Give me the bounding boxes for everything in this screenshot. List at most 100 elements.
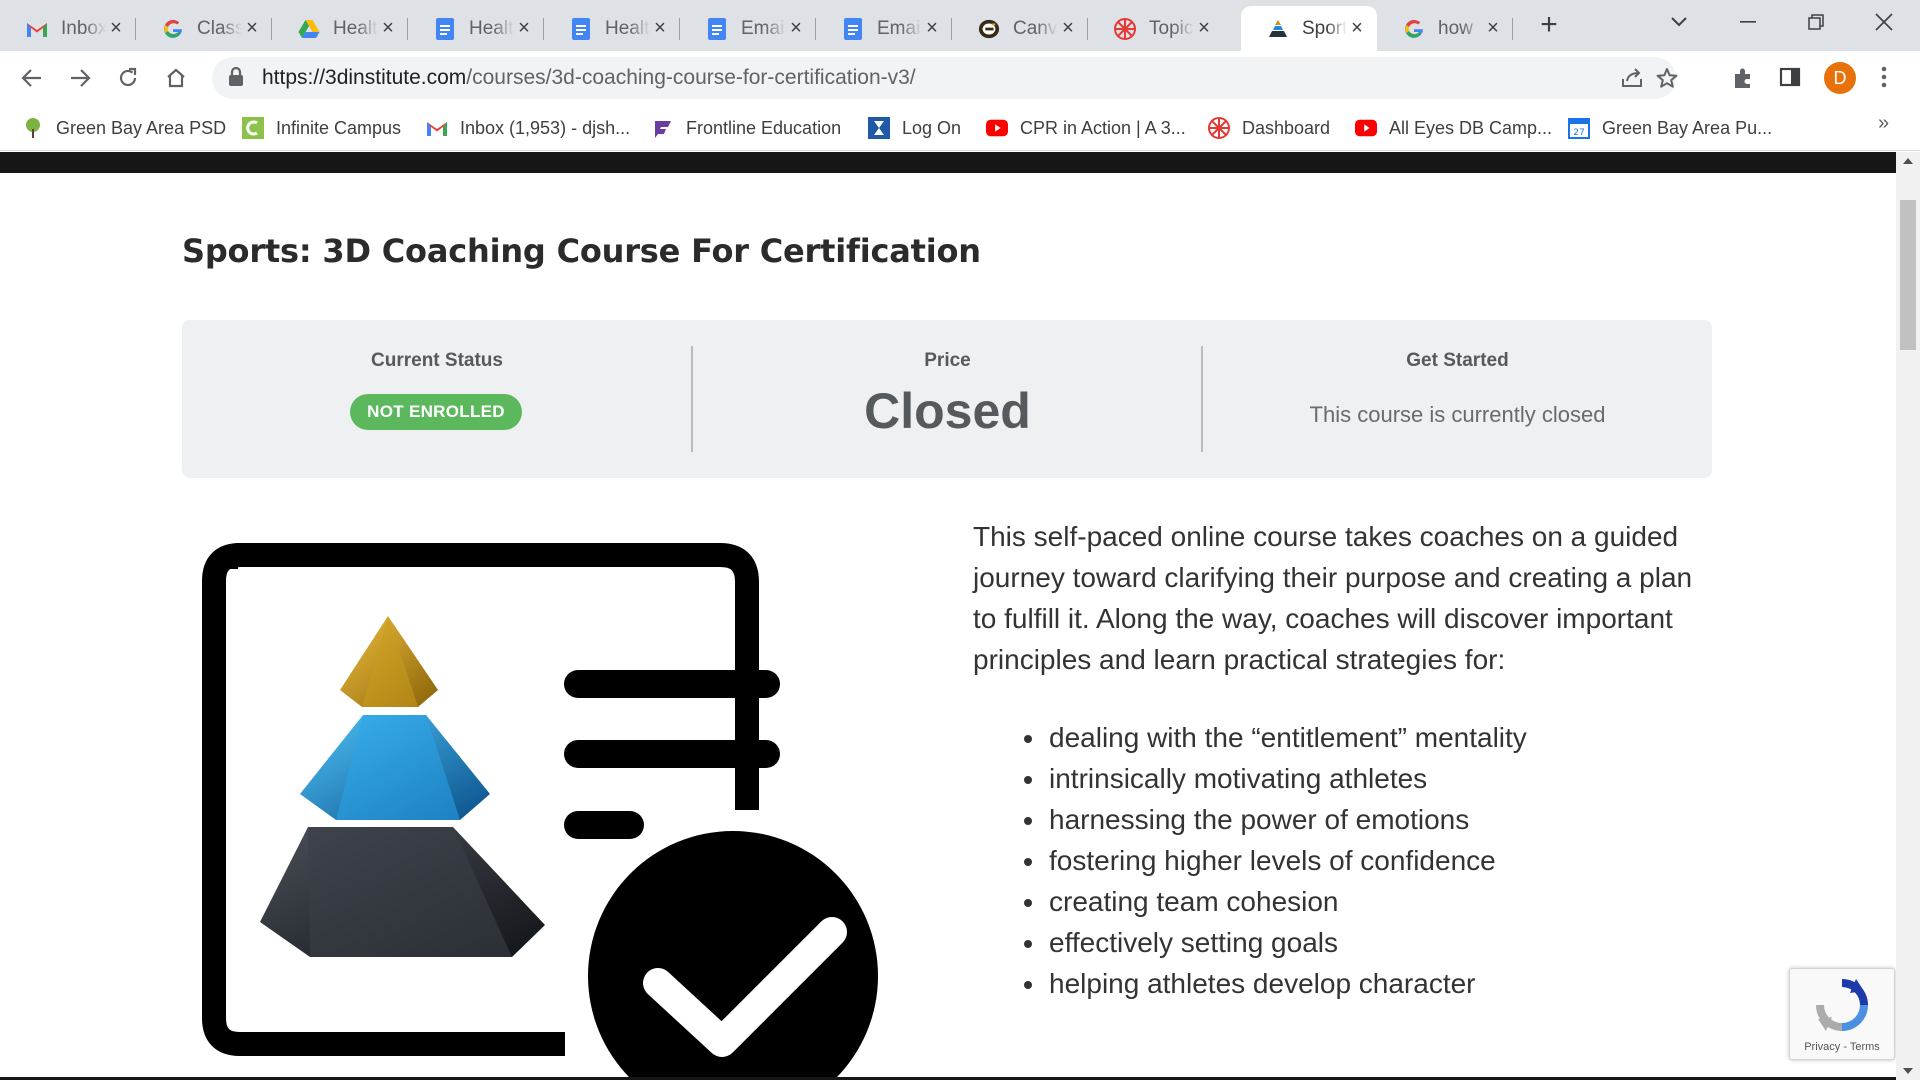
tab-title: Healt bbox=[469, 17, 514, 39]
tab-canvas[interactable]: Canv × bbox=[952, 6, 1088, 51]
tab-topic[interactable]: Topic × bbox=[1088, 6, 1224, 51]
frontline-icon bbox=[652, 117, 674, 139]
page-scrollbar[interactable] bbox=[1896, 152, 1920, 1080]
bookmark-log-on[interactable]: Log On bbox=[868, 114, 961, 142]
bookmark-label: Inbox (1,953) - djsh... bbox=[460, 117, 631, 138]
bookmark-inbox[interactable]: Inbox (1,953) - djsh... bbox=[426, 114, 630, 142]
close-icon[interactable]: × bbox=[1058, 17, 1078, 39]
tab-title: Inbox bbox=[61, 17, 106, 39]
recaptcha-links[interactable]: Privacy - Terms bbox=[1790, 1041, 1894, 1053]
address-bar[interactable]: https://3dinstitute.com/courses/3d-coach… bbox=[212, 57, 1678, 99]
chevron-down-icon bbox=[1671, 17, 1687, 27]
arrow-left-icon bbox=[21, 69, 41, 87]
close-icon[interactable]: × bbox=[106, 17, 126, 39]
tab-docs-4[interactable]: Emai × bbox=[816, 6, 952, 51]
infinite-campus-icon bbox=[242, 117, 264, 139]
tab-sport-active[interactable]: Sport × bbox=[1241, 6, 1377, 51]
bookmark-label: Log On bbox=[902, 117, 962, 138]
forward-button[interactable] bbox=[62, 60, 98, 96]
home-button[interactable] bbox=[158, 60, 194, 96]
bookmark-label: Green Bay Area Pu... bbox=[1602, 117, 1773, 138]
bookmark-frontline[interactable]: Frontline Education bbox=[652, 114, 841, 142]
bookmark-green-bay-psd[interactable]: Green Bay Area PSD bbox=[22, 114, 226, 142]
bookmark-label: Dashboard bbox=[1242, 117, 1331, 138]
bookmark-green-bay-pu[interactable]: 27 Green Bay Area Pu... bbox=[1568, 114, 1772, 142]
close-icon[interactable]: × bbox=[378, 17, 398, 39]
close-icon bbox=[1875, 13, 1893, 31]
bookmarks-bar: Green Bay Area PSD Infinite Campus Inbox… bbox=[0, 106, 1920, 151]
hourglass-icon bbox=[868, 117, 890, 139]
bookmark-star-icon[interactable] bbox=[1656, 67, 1678, 94]
close-icon[interactable]: × bbox=[786, 17, 806, 39]
strategies-list: dealing with the “entitlement” mentality… bbox=[1022, 717, 1527, 1004]
bookmarks-overflow-button[interactable]: » bbox=[1878, 112, 1889, 135]
bookmark-dashboard[interactable]: Dashboard bbox=[1208, 114, 1330, 142]
tab-docs-1[interactable]: Healt × bbox=[408, 6, 544, 51]
price-value: Closed bbox=[864, 383, 1031, 439]
minimize-button[interactable] bbox=[1714, 0, 1782, 44]
youtube-icon bbox=[1355, 117, 1377, 139]
tab-how[interactable]: how × bbox=[1377, 6, 1513, 51]
youtube-icon bbox=[986, 117, 1008, 139]
tab-separator bbox=[1512, 18, 1513, 40]
url-text[interactable]: https://3dinstitute.com/courses/3d-coach… bbox=[262, 66, 916, 90]
bookmark-label: Green Bay Area PSD bbox=[56, 117, 227, 138]
list-item: intrinsically motivating athletes bbox=[1022, 758, 1527, 799]
bookmark-label: Frontline Education bbox=[686, 117, 842, 138]
tab-class[interactable]: Class × bbox=[136, 6, 272, 51]
current-status-label: Current Status bbox=[371, 350, 503, 371]
close-icon[interactable]: × bbox=[1483, 17, 1503, 39]
description-text: This self-paced online course takes coac… bbox=[973, 521, 1693, 675]
course-status-box: Current Status NOT ENROLLED Price Closed… bbox=[182, 320, 1712, 478]
close-icon[interactable]: × bbox=[922, 17, 942, 39]
tab-docs-3[interactable]: Emai × bbox=[680, 6, 816, 51]
tab-title: Emai bbox=[877, 17, 921, 39]
site-header-bar bbox=[0, 152, 1896, 173]
course-description: This self-paced online course takes coac… bbox=[973, 516, 1713, 680]
bookmark-label: CPR in Action | A 3... bbox=[1020, 117, 1186, 138]
close-window-button[interactable] bbox=[1850, 0, 1918, 44]
scrollbar-thumb[interactable] bbox=[1900, 200, 1916, 350]
close-icon[interactable]: × bbox=[242, 17, 262, 39]
google-drive-icon bbox=[298, 18, 320, 40]
tab-title: Healt bbox=[605, 17, 650, 39]
bookmark-cpr-in-action[interactable]: CPR in Action | A 3... bbox=[986, 114, 1186, 142]
recaptcha-badge[interactable]: Privacy - Terms bbox=[1789, 968, 1895, 1060]
restore-button[interactable] bbox=[1782, 0, 1850, 44]
reload-button[interactable] bbox=[110, 60, 146, 96]
topic-wheel-icon bbox=[1114, 17, 1136, 40]
list-item: fostering higher levels of confidence bbox=[1022, 840, 1527, 881]
share-icon[interactable] bbox=[1620, 67, 1644, 94]
profile-avatar[interactable]: D bbox=[1824, 62, 1856, 94]
kebab-menu-icon[interactable] bbox=[1880, 66, 1888, 93]
scroll-up-arrow-icon[interactable] bbox=[1903, 158, 1913, 164]
bookmark-label: Infinite Campus bbox=[276, 117, 402, 138]
list-item: helping athletes develop character bbox=[1022, 963, 1527, 1004]
scroll-down-arrow-icon[interactable] bbox=[1903, 1068, 1913, 1074]
price-label: Price bbox=[924, 350, 971, 371]
close-icon[interactable]: × bbox=[1347, 17, 1367, 39]
close-icon[interactable]: × bbox=[650, 17, 670, 39]
back-button[interactable] bbox=[14, 60, 50, 96]
tab-inbox[interactable]: Inbox × bbox=[0, 6, 136, 51]
calendar-icon: 27 bbox=[1568, 117, 1590, 139]
extensions-icon[interactable] bbox=[1731, 66, 1755, 95]
bookmark-all-eyes[interactable]: All Eyes DB Camp... bbox=[1355, 114, 1552, 142]
lock-icon bbox=[228, 66, 244, 92]
close-icon[interactable]: × bbox=[514, 17, 534, 39]
current-status-column: Current Status NOT ENROLLED bbox=[182, 320, 692, 478]
tab-drive[interactable]: Healt × bbox=[272, 6, 408, 51]
tab-title: Emai bbox=[741, 17, 785, 39]
side-panel-icon[interactable] bbox=[1779, 66, 1801, 93]
recaptcha-icon bbox=[1816, 979, 1868, 1031]
new-tab-button[interactable]: + bbox=[1534, 8, 1564, 42]
tab-docs-2[interactable]: Healt × bbox=[544, 6, 680, 51]
course-closed-message: This course is currently closed bbox=[1309, 402, 1606, 427]
bookmark-infinite-campus[interactable]: Infinite Campus bbox=[242, 114, 401, 142]
gmail-icon bbox=[26, 18, 48, 40]
close-icon[interactable]: × bbox=[1194, 17, 1214, 39]
tab-search-button[interactable] bbox=[1645, 0, 1713, 44]
canvas-e-icon bbox=[978, 18, 1000, 40]
tab-title: Canv bbox=[1013, 17, 1058, 39]
google-docs-icon bbox=[706, 17, 728, 40]
